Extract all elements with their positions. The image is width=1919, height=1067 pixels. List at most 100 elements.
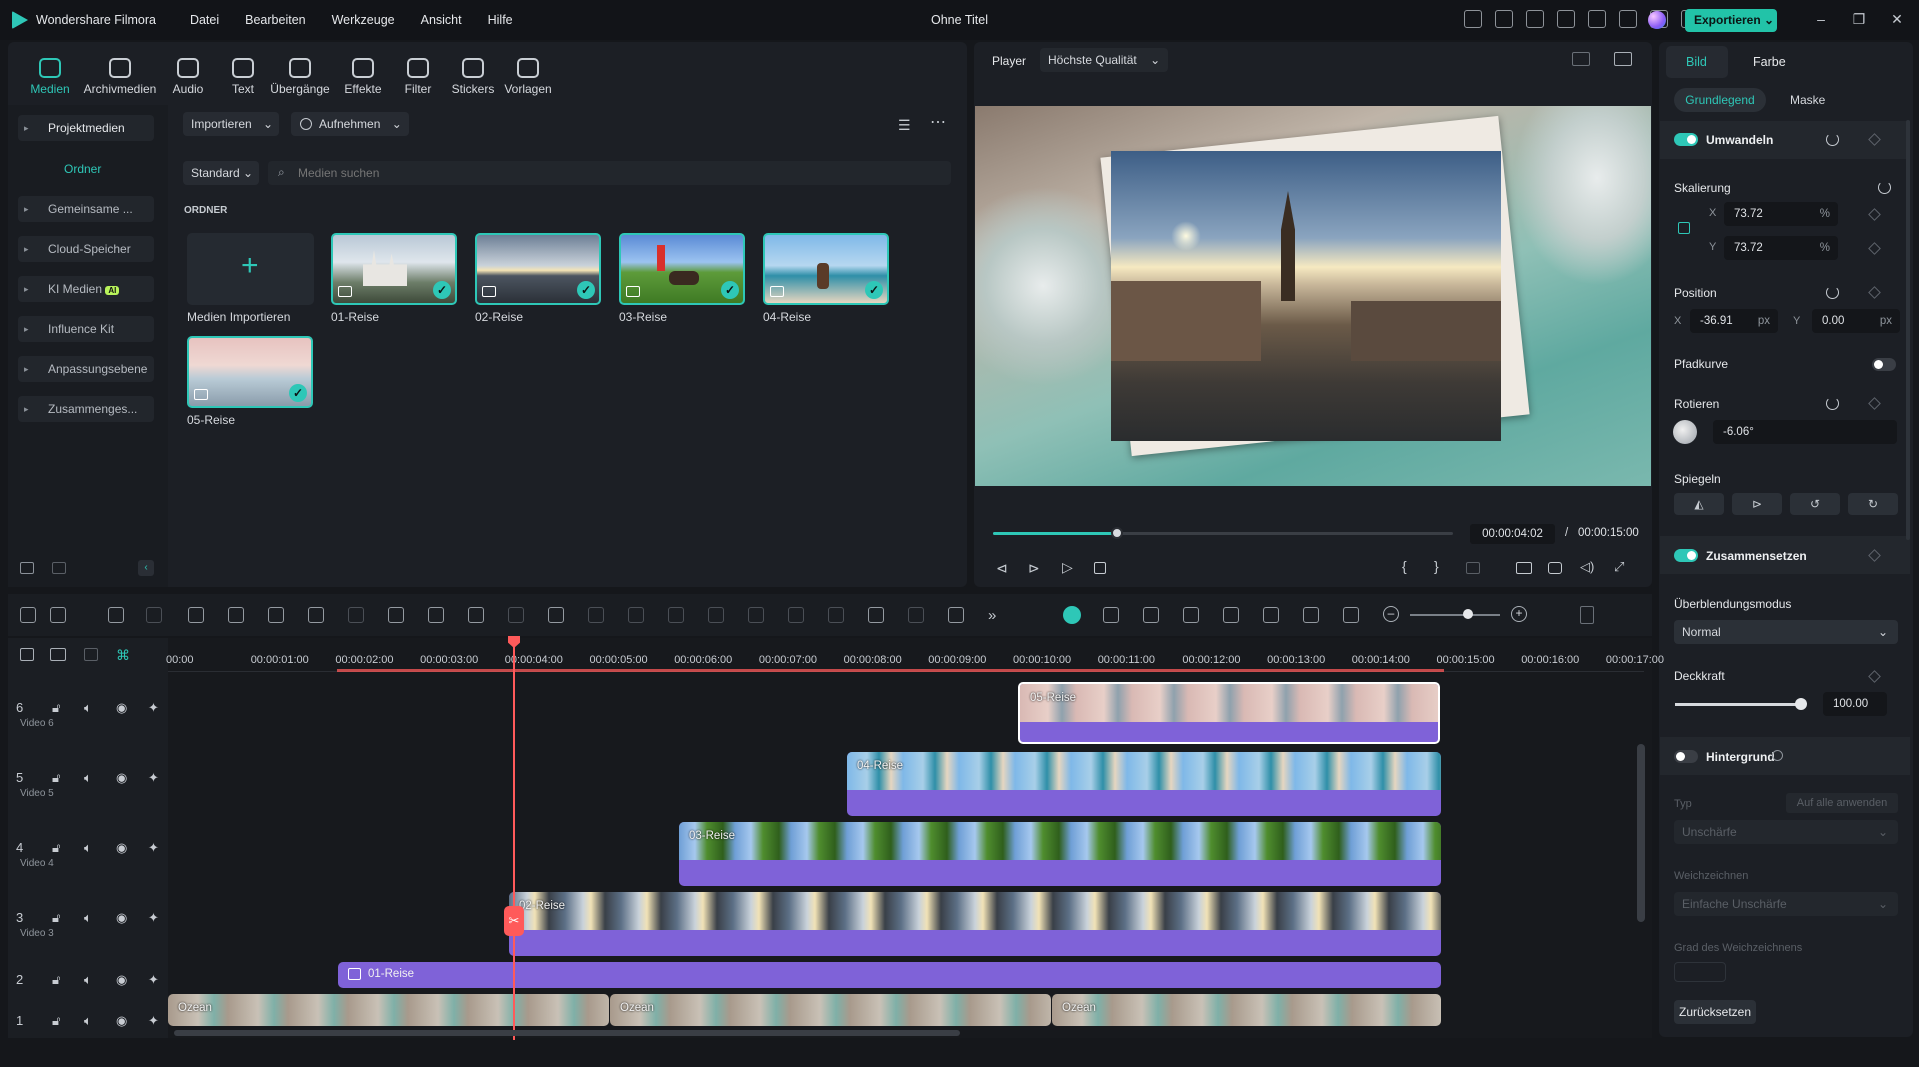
speaker-icon[interactable]: 🔈︎ [84, 840, 92, 856]
save-icon[interactable] [1588, 10, 1606, 28]
prev-frame-icon[interactable]: ⊲ [996, 560, 1008, 577]
scissors-icon[interactable]: ✂ [504, 906, 524, 936]
quality-dropdown[interactable]: Höchste Qualität ⌄ [1040, 48, 1168, 72]
render-icon[interactable] [1063, 606, 1081, 624]
text-tool-icon[interactable] [308, 607, 324, 623]
redo-icon[interactable] [146, 607, 162, 623]
flip-vertical-icon[interactable]: ⊳ [1732, 493, 1782, 515]
lock-icon[interactable]: 🔓︎ [52, 770, 60, 786]
reset-transform-icon[interactable] [1826, 133, 1839, 146]
media-thumb-01[interactable]: ✓ [331, 233, 457, 305]
snapshot-icon[interactable] [1548, 562, 1562, 574]
magnet-icon[interactable]: ⌘ [116, 647, 130, 664]
mark-out-icon[interactable]: } [1434, 558, 1439, 574]
freeze-icon[interactable] [508, 607, 524, 623]
opacity-knob[interactable] [1795, 698, 1807, 710]
layout-icon[interactable] [1557, 10, 1575, 28]
clip-ozean-3[interactable]: Ozean [1052, 994, 1441, 1026]
timeline-vscrollbar[interactable] [1637, 744, 1645, 922]
tab-vorlagen[interactable]: Vorlagen [498, 58, 558, 96]
edit-icon[interactable] [428, 607, 444, 623]
lock-icon[interactable]: 🔓︎ [52, 1013, 60, 1029]
speaker-icon[interactable]: 🔈︎ [84, 1013, 92, 1029]
clip-03-reise[interactable]: 03-Reise [679, 822, 1441, 886]
media-thumb-03[interactable]: ✓ [619, 233, 745, 305]
waveform-icon[interactable] [1614, 52, 1632, 66]
smart-icon[interactable] [788, 607, 804, 623]
speaker-icon[interactable]: 🔈︎ [84, 700, 92, 716]
subtitle-icon[interactable] [1263, 607, 1279, 623]
folder-icon[interactable] [52, 562, 66, 574]
filter-list-icon[interactable]: ☰ [898, 117, 914, 133]
gift-icon[interactable] [1464, 10, 1482, 28]
more-tools-icon[interactable]: » [988, 607, 996, 624]
view-options-icon[interactable] [1580, 606, 1594, 624]
new-folder-icon[interactable] [20, 562, 34, 574]
compose-toggle[interactable] [1674, 549, 1698, 562]
media-thumb-05[interactable]: ✓ [187, 336, 313, 408]
preview-canvas[interactable] [975, 106, 1651, 486]
tab-audio[interactable]: Audio [158, 58, 218, 96]
sidebar-item-projektmedien[interactable]: Projektmedien [18, 115, 154, 141]
media-thumb-02[interactable]: ✓ [475, 233, 601, 305]
audio-adjust-icon[interactable] [588, 607, 604, 623]
wand-icon[interactable]: ✦ [148, 770, 159, 786]
reset-rotate-icon[interactable] [1826, 397, 1839, 410]
flip-horizontal-icon[interactable]: ◭ [1674, 493, 1724, 515]
clip-ozean-1[interactable]: Ozean [168, 994, 609, 1026]
select-tool-icon[interactable] [50, 607, 66, 623]
sidebar-folder[interactable]: Ordner [64, 162, 101, 176]
mark-in-icon[interactable]: { [1402, 558, 1407, 574]
play-icon[interactable]: ▷ [1062, 559, 1073, 576]
ai-copilot-icon[interactable] [1103, 607, 1119, 623]
lock-icon[interactable]: 🔓︎ [52, 840, 60, 856]
collapse-sidebar-icon[interactable]: ‹ [138, 560, 154, 576]
wand-icon[interactable]: ✦ [148, 840, 159, 856]
rotate-dial[interactable] [1673, 420, 1697, 444]
current-time[interactable]: 00:00:04:02 [1470, 524, 1555, 544]
snap-icon[interactable] [1343, 607, 1359, 623]
tab-stickers[interactable]: Stickers [443, 58, 503, 96]
link-icon[interactable] [50, 648, 66, 661]
tab-uebergaenge[interactable]: Übergänge [270, 58, 330, 96]
transform-toggle[interactable] [1674, 133, 1698, 146]
wand-icon[interactable]: ✦ [148, 972, 159, 988]
menu-bearbeiten[interactable]: Bearbeiten [245, 13, 305, 27]
type-dropdown[interactable]: Unschärfe ⌄ [1674, 820, 1898, 844]
compare-view-icon[interactable] [1572, 52, 1590, 66]
tab-text[interactable]: Text [213, 58, 273, 96]
lock-icon[interactable]: 🔓︎ [52, 910, 60, 926]
timer-icon[interactable] [468, 607, 484, 623]
wand-icon[interactable]: ✦ [148, 700, 159, 716]
add-track-icon[interactable] [20, 648, 34, 661]
rotate-input[interactable]: -6.06° [1713, 420, 1897, 444]
eye-icon[interactable]: ◉ [116, 910, 127, 926]
auto-icon[interactable] [948, 607, 964, 623]
sidebar-item-cloud[interactable]: Cloud-Speicher [18, 236, 154, 262]
track-manager-icon[interactable] [84, 648, 98, 661]
resize-icon[interactable] [868, 607, 884, 623]
eye-icon[interactable]: ◉ [116, 1013, 127, 1029]
beat-icon[interactable] [1143, 607, 1159, 623]
lock-icon[interactable] [1678, 222, 1690, 234]
send-icon[interactable] [1495, 10, 1513, 28]
clip-ozean-2[interactable]: Ozean [610, 994, 1051, 1026]
sidebar-item-zusammenges[interactable]: Zusammenges... [18, 396, 154, 422]
delete-icon[interactable] [188, 607, 204, 623]
tab-archivmedien[interactable]: Archivmedien [80, 58, 160, 96]
background-toggle[interactable] [1674, 750, 1698, 763]
eye-icon[interactable]: ◉ [116, 700, 127, 716]
tab-effekte[interactable]: Effekte [333, 58, 393, 96]
mask-tool-icon[interactable] [708, 607, 724, 623]
layout-grid-icon[interactable] [20, 607, 36, 623]
more-icon[interactable]: ⋯ [930, 112, 946, 132]
playhead[interactable] [513, 636, 515, 1040]
scale-x-input[interactable]: 73.72% [1724, 202, 1838, 226]
mic-icon[interactable] [1223, 607, 1239, 623]
wand-icon[interactable]: ✦ [148, 1013, 159, 1029]
menu-datei[interactable]: Datei [190, 13, 219, 27]
color-icon[interactable] [388, 607, 404, 623]
timeline-hscrollbar[interactable] [174, 1030, 960, 1036]
zoom-slider[interactable] [1410, 614, 1500, 616]
speaker-icon[interactable]: 🔈︎ [84, 972, 92, 988]
